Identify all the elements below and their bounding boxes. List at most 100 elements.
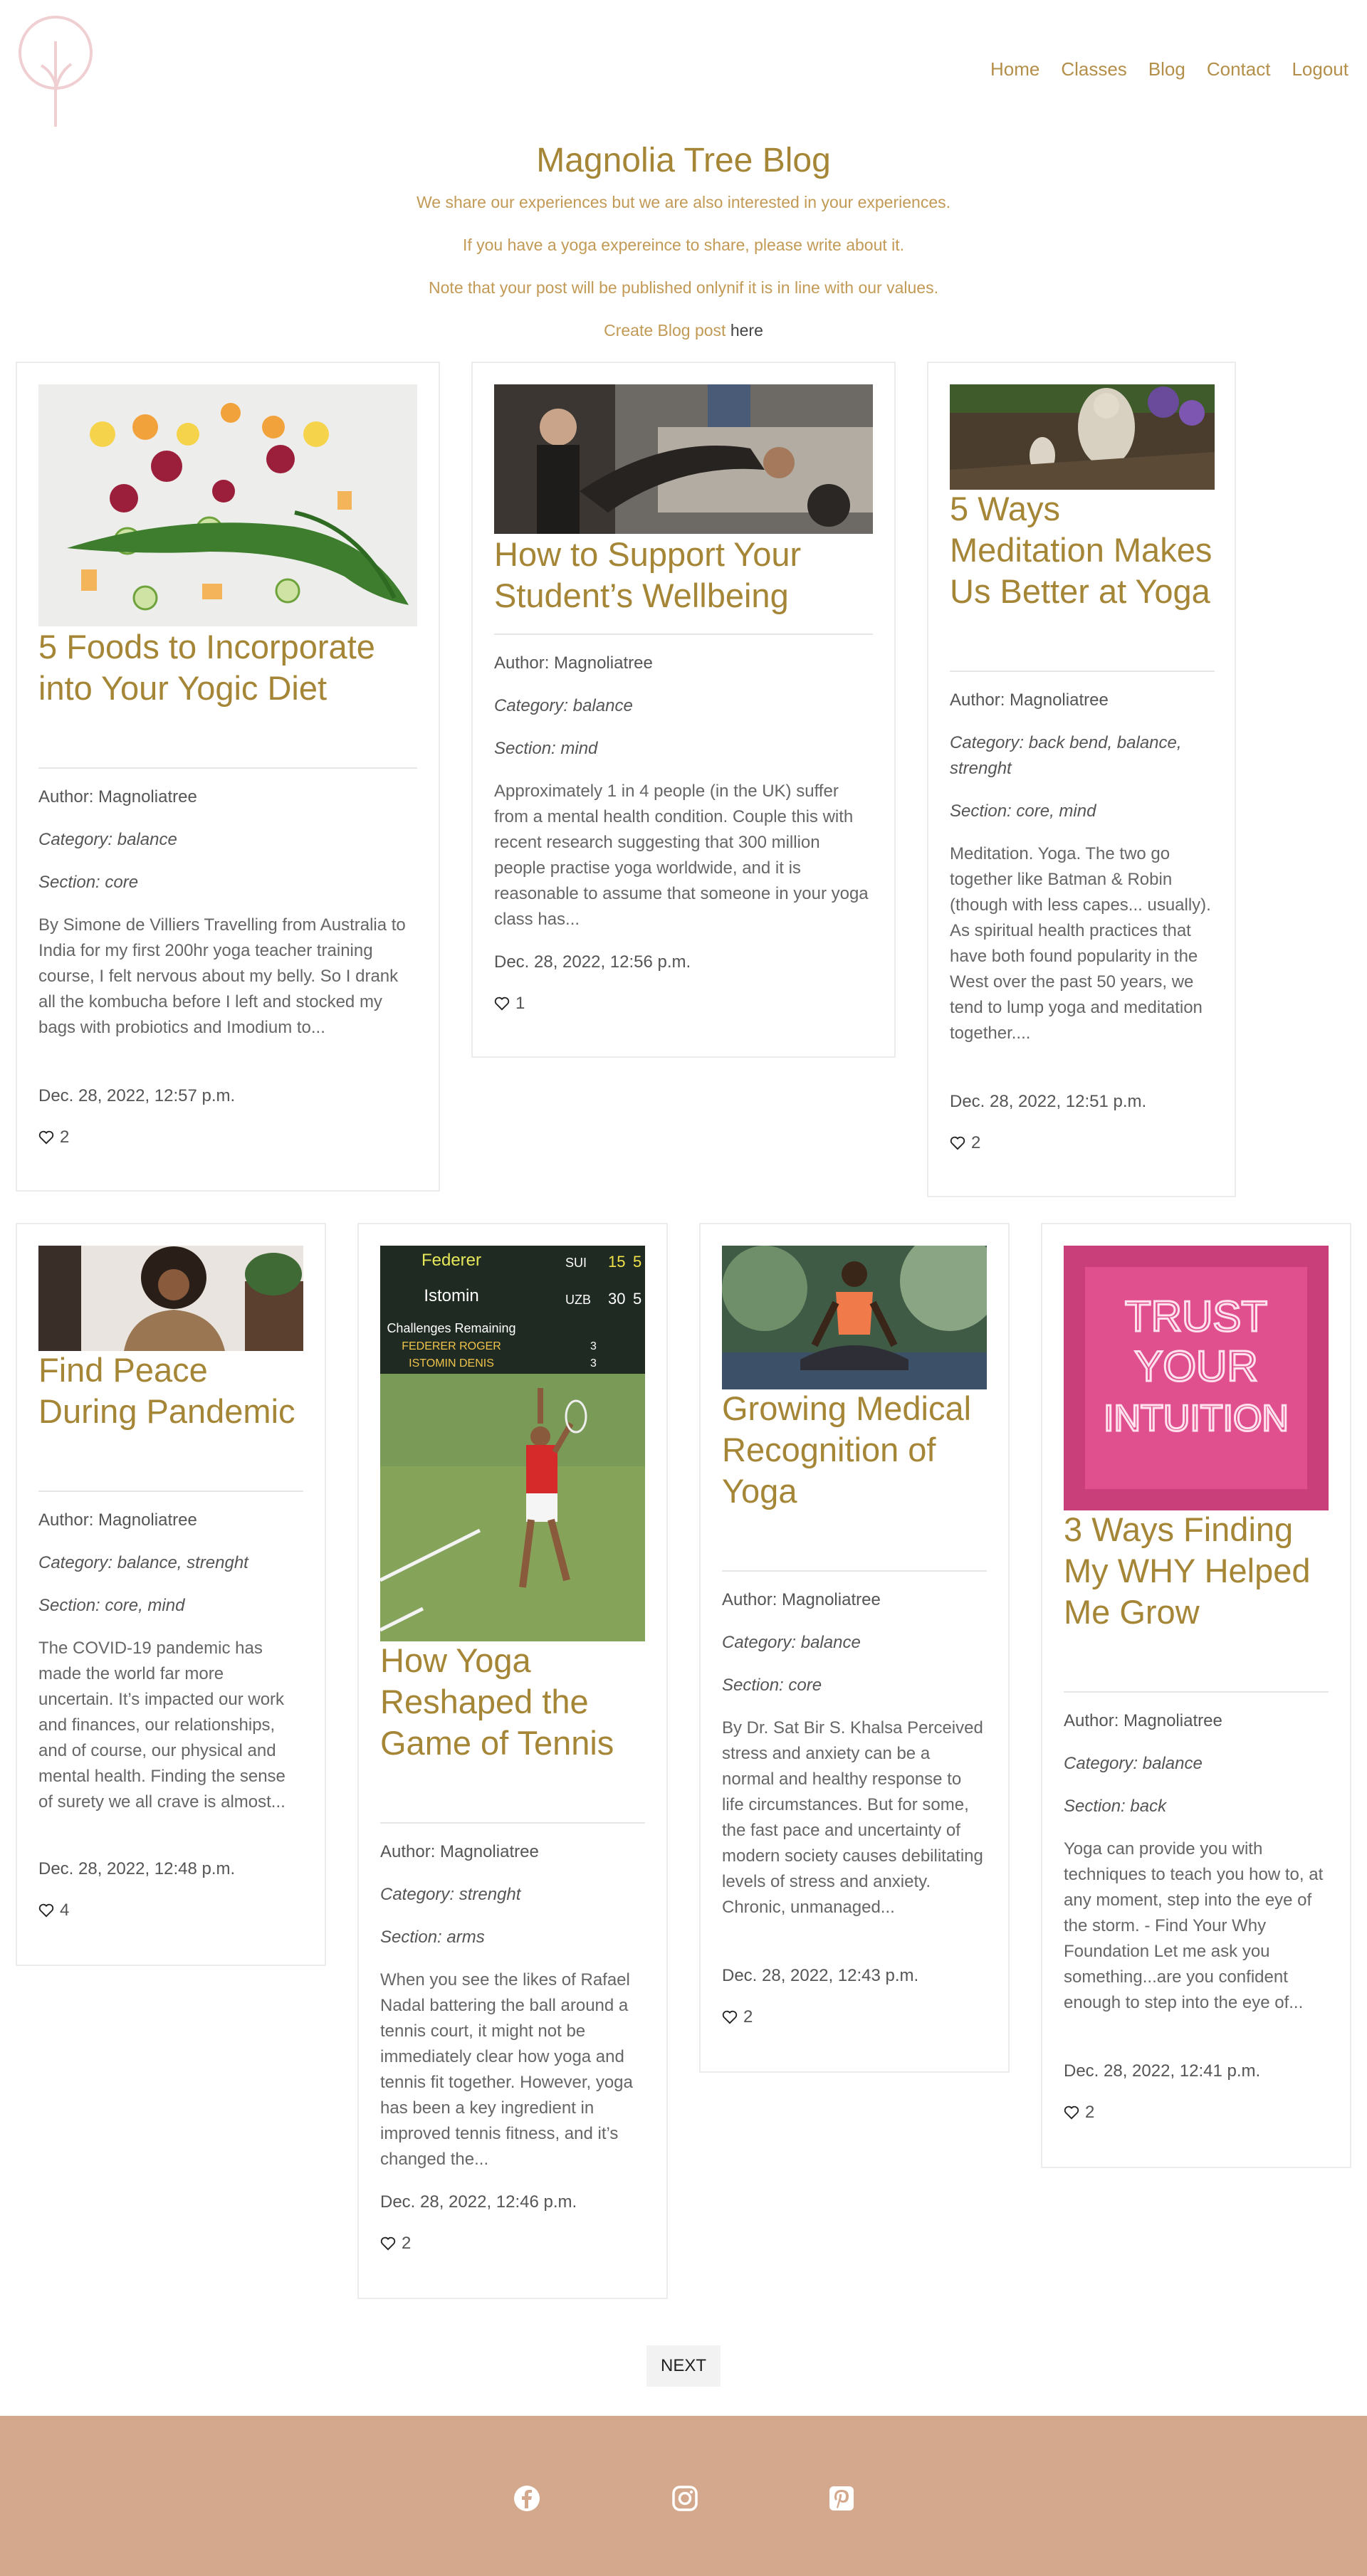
post-title[interactable]: 5 Ways Meditation Makes Us Better at Yog… — [950, 488, 1220, 612]
blog-post-card[interactable]: Growing Medical Recognition of Yoga Auth… — [699, 1223, 1010, 2073]
next-page-button[interactable]: NEXT — [646, 2345, 721, 2387]
scoreboard-s2: 30 — [608, 1290, 625, 1308]
scoreboard-c1: SUI — [565, 1256, 587, 1270]
post-image-foods[interactable] — [38, 384, 417, 626]
scoreboard-r2: ISTOMIN DENIS — [409, 1357, 494, 1370]
blog-post-card[interactable]: TRUST YOUR INTUITION 3 Ways Finding My W… — [1041, 1223, 1351, 2168]
post-category: Category: balance — [1064, 1754, 1203, 1773]
like-count: 2 — [60, 1127, 70, 1147]
post-excerpt: Approximately 1 in 4 people (in the UK) … — [494, 782, 869, 929]
post-category: Category: balance — [38, 830, 177, 849]
neon-line-3: INTUITION — [1104, 1398, 1289, 1439]
post-excerpt: Yoga can provide you with techniques to … — [1064, 1839, 1324, 2012]
divider — [722, 1570, 987, 1572]
divider — [38, 767, 417, 769]
nav-blog-link[interactable]: Blog — [1148, 58, 1185, 80]
post-author: Author: Magnoliatree — [494, 653, 653, 673]
like-count: 2 — [1085, 2103, 1095, 2122]
hero-line-3: Note that your post will be published on… — [429, 278, 938, 297]
blog-post-card[interactable]: Find Peace During Pandemic Author: Magno… — [16, 1223, 326, 1966]
post-date: Dec. 28, 2022, 12:51 p.m. — [950, 1092, 1147, 1111]
post-section: Section: arms — [380, 1928, 485, 1947]
like-button[interactable]: 2 — [380, 2234, 411, 2254]
main-nav: Home Classes Blog Contact Logout — [990, 58, 1348, 80]
like-button[interactable]: 1 — [494, 994, 525, 1014]
post-image-tennis[interactable]: Federer Istomin SUI UZB 15 30 5 5 Challe… — [380, 1246, 645, 1641]
neon-line-2: YOUR — [1134, 1342, 1257, 1390]
instagram-icon[interactable] — [671, 2484, 699, 2513]
post-author: Author: Magnoliatree — [722, 1590, 881, 1609]
blog-post-card[interactable]: 5 Ways Meditation Makes Us Better at Yog… — [927, 362, 1236, 1197]
nav-logout-link[interactable]: Logout — [1292, 58, 1348, 80]
post-image-wellbeing[interactable] — [494, 384, 873, 534]
post-image-meditation[interactable] — [950, 384, 1215, 490]
blog-post-card[interactable]: Federer Istomin SUI UZB 15 30 5 5 Challe… — [357, 1223, 668, 2299]
post-category: Category: balance — [494, 696, 633, 715]
post-category: Category: back bend, balance, strenght — [950, 733, 1182, 778]
create-post-link[interactable]: here — [730, 321, 763, 340]
nav-contact-link[interactable]: Contact — [1207, 58, 1271, 80]
like-count: 2 — [971, 1133, 981, 1152]
post-category: Category: balance, strenght — [38, 1553, 248, 1572]
nav-classes-link[interactable]: Classes — [1061, 58, 1126, 80]
post-date: Dec. 28, 2022, 12:48 p.m. — [38, 1859, 236, 1878]
post-author: Author: Magnoliatree — [38, 787, 197, 806]
post-excerpt: By Simone de Villiers Travelling from Au… — [38, 915, 406, 1037]
post-excerpt: Meditation. Yoga. The two go together li… — [950, 844, 1211, 1043]
like-count: 4 — [60, 1901, 70, 1920]
scoreboard-s2b: 5 — [633, 1290, 641, 1308]
post-title[interactable]: How to Support Your Student’s Wellbeing — [494, 534, 879, 616]
hero: Magnolia Tree Blog — [0, 141, 1367, 180]
like-button[interactable]: 2 — [722, 2007, 753, 2027]
heart-icon — [380, 2236, 396, 2251]
scoreboard-p2: Istomin — [424, 1286, 478, 1305]
post-date: Dec. 28, 2022, 12:43 p.m. — [722, 1966, 919, 1985]
logo-tree-icon[interactable] — [14, 13, 100, 134]
post-title[interactable]: Growing Medical Recognition of Yoga — [722, 1388, 987, 1512]
post-date: Dec. 28, 2022, 12:46 p.m. — [380, 2192, 577, 2212]
divider — [494, 634, 873, 635]
heart-icon — [1064, 2106, 1079, 2120]
post-title[interactable]: Find Peace During Pandemic — [38, 1350, 303, 1432]
post-date: Dec. 28, 2022, 12:56 p.m. — [494, 952, 691, 972]
scoreboard-challenges: Challenges Remaining — [387, 1321, 515, 1335]
blog-post-card[interactable]: 5 Foods to Incorporate into Your Yogic D… — [16, 362, 440, 1192]
scoreboard-n2: 3 — [590, 1357, 597, 1370]
like-button[interactable]: 2 — [950, 1133, 980, 1153]
divider — [38, 1491, 303, 1492]
footer — [0, 2416, 1367, 2576]
like-button[interactable]: 2 — [1064, 2103, 1094, 2123]
heart-icon — [38, 1903, 54, 1918]
blog-post-card[interactable]: How to Support Your Student’s Wellbeing … — [471, 362, 896, 1058]
post-date: Dec. 28, 2022, 12:41 p.m. — [1064, 2061, 1261, 2081]
post-author: Author: Magnoliatree — [38, 1510, 197, 1530]
heart-icon — [494, 997, 510, 1011]
nav-home-link[interactable]: Home — [990, 58, 1039, 80]
heart-icon — [722, 2010, 738, 2024]
post-section: Section: back — [1064, 1797, 1167, 1816]
post-title[interactable]: How Yoga Reshaped the Game of Tennis — [380, 1640, 645, 1764]
like-button[interactable]: 4 — [38, 1901, 69, 1920]
post-section: Section: core, mind — [38, 1596, 185, 1615]
hero-line-1: We share our experiences but we are also… — [416, 193, 951, 211]
post-image-pandemic[interactable] — [38, 1246, 303, 1351]
divider — [1064, 1691, 1329, 1693]
scoreboard-s1: 15 — [608, 1253, 625, 1271]
like-count: 1 — [515, 994, 525, 1013]
post-title[interactable]: 3 Ways Finding My WHY Helped Me Grow — [1064, 1509, 1334, 1633]
heart-icon — [950, 1136, 965, 1150]
heart-icon — [38, 1130, 54, 1145]
post-category: Category: strenght — [380, 1885, 521, 1904]
post-author: Author: Magnoliatree — [950, 690, 1109, 710]
facebook-icon[interactable] — [513, 2484, 541, 2513]
post-section: Section: core — [722, 1676, 822, 1695]
scoreboard-n1: 3 — [590, 1340, 597, 1352]
post-title[interactable]: 5 Foods to Incorporate into Your Yogic D… — [38, 626, 423, 709]
like-button[interactable]: 2 — [38, 1127, 69, 1147]
like-count: 2 — [743, 2007, 753, 2026]
pinterest-icon[interactable] — [827, 2484, 856, 2513]
neon-line-1: TRUST — [1125, 1293, 1267, 1340]
divider — [380, 1822, 645, 1824]
post-image-why[interactable]: TRUST YOUR INTUITION — [1064, 1246, 1329, 1510]
post-image-medical[interactable] — [722, 1246, 987, 1389]
